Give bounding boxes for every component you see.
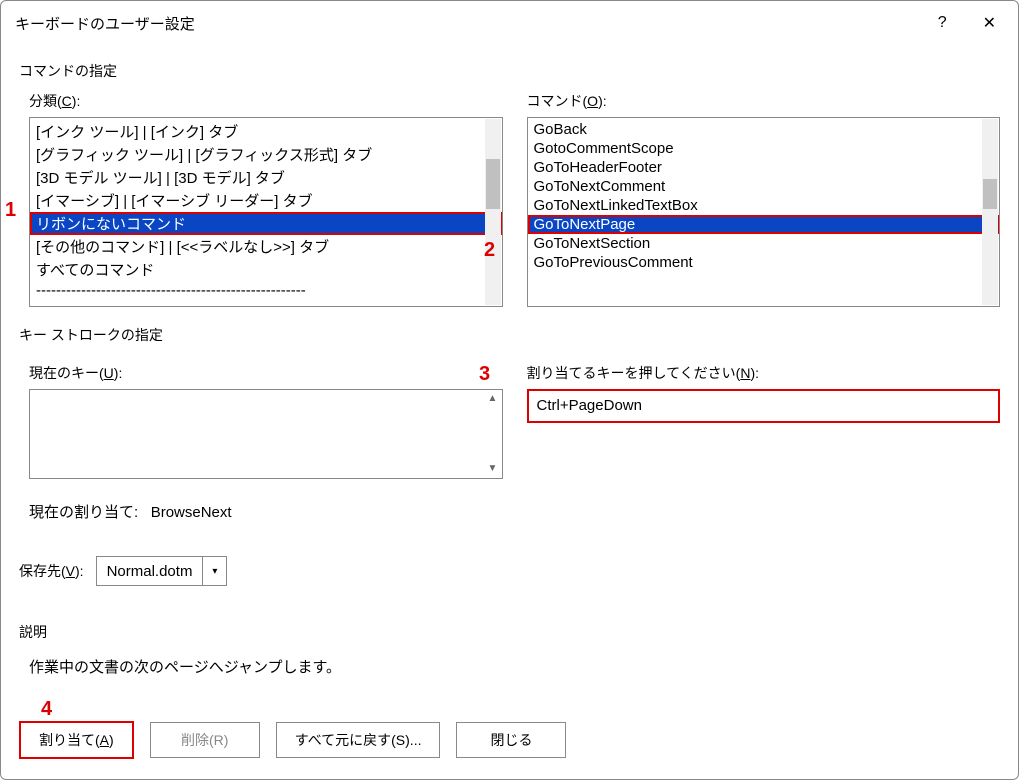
categories-listbox[interactable]: [インク ツール] | [インク] タブ[グラフィック ツール] | [グラフィ…	[29, 117, 503, 307]
reset-all-button[interactable]: すべて元に戻す(S)...	[276, 722, 441, 758]
dialog-title: キーボードのユーザー設定	[15, 13, 195, 34]
save-target-combo[interactable]: Normal.dotm ▾	[96, 556, 228, 586]
commands-listbox[interactable]: GoBackGotoCommentScopeGoToHeaderFooterGo…	[527, 117, 1001, 307]
section-commands-label: コマンドの指定	[19, 61, 1000, 81]
annotation-2: 2	[484, 239, 495, 262]
list-item[interactable]: すべてのコマンド	[30, 258, 502, 281]
current-assignment: 現在の割り当て: BrowseNext	[29, 501, 1000, 522]
list-item[interactable]: [イマーシブ] | [イマーシブ リーダー] タブ	[30, 189, 502, 212]
list-item[interactable]: GoToNextComment	[528, 177, 1000, 196]
list-item[interactable]: リボンにないコマンド	[30, 212, 502, 235]
commands-label: コマンド(O):	[527, 91, 1001, 111]
list-item[interactable]: GoToPreviousComment	[528, 253, 1000, 272]
scrollbar-thumb[interactable]	[486, 159, 500, 209]
description-text: 作業中の文書の次のページへジャンプします。	[29, 656, 1000, 677]
list-item[interactable]: [3D モデル ツール] | [3D モデル] タブ	[30, 166, 502, 189]
annotation-3: 3	[479, 363, 490, 386]
current-keys-label: 現在のキー(U):	[29, 363, 503, 383]
keyboard-customize-dialog: 1 2 3 4 キーボードのユーザー設定 ? ✕ コマンドの指定 分類(C): …	[0, 0, 1019, 780]
list-item[interactable]: [インク ツール] | [インク] タブ	[30, 120, 502, 143]
press-key-input[interactable]: Ctrl+PageDown	[527, 389, 1001, 423]
dialog-content: コマンドの指定 分類(C): [インク ツール] | [インク] タブ[グラフィ…	[1, 45, 1018, 687]
scroll-down-icon[interactable]: ▼	[486, 462, 500, 476]
close-icon[interactable]: ✕	[975, 9, 1004, 37]
chevron-down-icon[interactable]: ▾	[202, 557, 226, 585]
list-item[interactable]: GoToNextSection	[528, 234, 1000, 253]
button-row: 割り当て(A) 削除(R) すべて元に戻す(S)... 閉じる	[19, 721, 1000, 759]
save-target-label: 保存先(V):	[19, 561, 84, 581]
list-item[interactable]: [グラフィック ツール] | [グラフィックス形式] タブ	[30, 143, 502, 166]
list-item[interactable]: [その他のコマンド] | [<<ラベルなし>>] タブ	[30, 235, 502, 258]
assign-button[interactable]: 割り当て(A)	[19, 721, 134, 759]
annotation-4: 4	[41, 698, 52, 721]
description-label: 説明	[19, 622, 1000, 642]
help-icon[interactable]: ?	[930, 10, 955, 36]
window-controls: ? ✕	[930, 9, 1004, 37]
remove-button[interactable]: 削除(R)	[150, 722, 260, 758]
list-item[interactable]: GotoCommentScope	[528, 139, 1000, 158]
scrollbar[interactable]	[982, 119, 998, 305]
annotation-1: 1	[5, 199, 16, 222]
press-key-label: 割り当てるキーを押してください(N):	[527, 363, 1001, 383]
section-keys-label: キー ストロークの指定	[19, 325, 1000, 345]
scrollbar-thumb[interactable]	[983, 179, 997, 209]
titlebar: キーボードのユーザー設定 ? ✕	[1, 1, 1018, 45]
list-item[interactable]: GoToNextPage	[528, 215, 1000, 234]
list-item[interactable]: GoBack	[528, 120, 1000, 139]
categories-label: 分類(C):	[29, 91, 503, 111]
list-item[interactable]: GoToNextLinkedTextBox	[528, 196, 1000, 215]
current-keys-box[interactable]: ▲ ▼	[29, 389, 503, 479]
save-target-row: 保存先(V): Normal.dotm ▾	[19, 556, 1000, 586]
scrollbar[interactable]	[485, 119, 501, 305]
save-target-value: Normal.dotm	[97, 563, 203, 580]
list-item[interactable]: ----------------------------------------…	[30, 281, 502, 300]
scroll-up-icon[interactable]: ▲	[486, 392, 500, 406]
list-item[interactable]: GoToHeaderFooter	[528, 158, 1000, 177]
close-button[interactable]: 閉じる	[456, 722, 566, 758]
